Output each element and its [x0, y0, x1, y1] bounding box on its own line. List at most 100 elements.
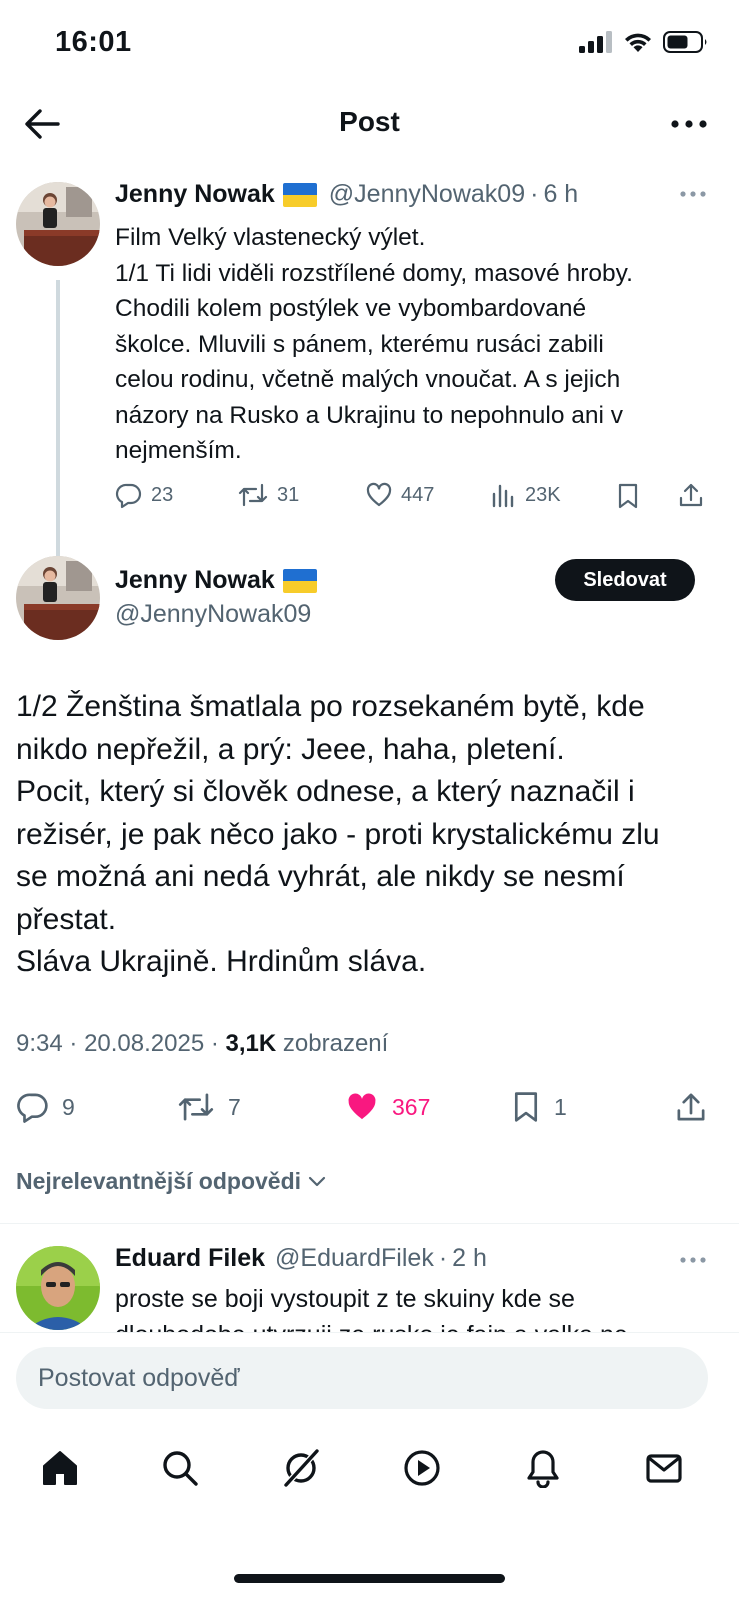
- main-tweet-text: 1/2 Ženština šmatlala po rozsekaném bytě…: [16, 686, 726, 984]
- bookmark-button[interactable]: 1: [510, 1090, 567, 1124]
- status-icons: [579, 30, 709, 54]
- thread-line: [56, 280, 60, 562]
- tweet-line: Film Velký vlastenecký výlet.: [115, 224, 426, 251]
- signal-icon: [579, 31, 612, 53]
- reply-input[interactable]: Postovat odpověď: [16, 1347, 708, 1409]
- ukraine-flag-icon: [282, 182, 317, 207]
- bookmark-icon: [514, 1092, 538, 1122]
- bell-icon: [527, 1450, 559, 1488]
- nav-search[interactable]: [152, 1440, 208, 1496]
- tweet-line: 1/2 Ženština šmatlala po rozsekaném bytě…: [16, 690, 645, 723]
- views-count: 23K: [525, 483, 561, 506]
- reply-button[interactable]: 23: [115, 481, 173, 509]
- page-title: Post: [339, 106, 400, 137]
- home-indicator: [234, 1574, 505, 1583]
- like-button[interactable]: 447: [365, 481, 434, 509]
- author-name[interactable]: Jenny Nowak: [115, 566, 275, 595]
- tweet-line: nikdo nepřežil, a prý: Jeee, haha, plete…: [16, 732, 565, 766]
- tweet-line: nejmenším.: [115, 437, 242, 464]
- tweet-line: se možná ani nedá vyhrát, ale nikdy se n…: [16, 860, 625, 893]
- parent-tweet-header: Jenny Nowak @JennyNowak09 · 6 h: [115, 180, 578, 209]
- share-icon[interactable]: [674, 1090, 708, 1124]
- tweet-time: 6 h: [543, 180, 579, 208]
- tweet-line: názory na Rusko a Ukrajinu to nepohnulo …: [115, 401, 624, 429]
- bookmark-count: 1: [554, 1093, 567, 1120]
- tweet-line: školce. Mluvili s pánem, kterému rusáci …: [115, 330, 604, 358]
- avatar[interactable]: [16, 1246, 100, 1330]
- tweet-line: Pocit, který si člověk odnese, a který n…: [16, 775, 635, 808]
- nav-grok[interactable]: [273, 1440, 329, 1496]
- repost-count: 7: [228, 1093, 241, 1120]
- repost-icon: [238, 483, 268, 507]
- separator: ·: [69, 1030, 78, 1057]
- views-button[interactable]: 23K: [491, 481, 561, 509]
- chevron-down-icon: [308, 1176, 326, 1186]
- follow-button[interactable]: Sledovat: [555, 559, 695, 601]
- like-button[interactable]: 367: [344, 1090, 430, 1124]
- avatar[interactable]: [16, 556, 100, 640]
- reply-icon: [115, 483, 142, 509]
- nav-home[interactable]: [32, 1440, 88, 1496]
- views-icon: [492, 484, 514, 508]
- tweet-line: přestat.: [16, 902, 117, 936]
- author-handle[interactable]: @JennyNowak09: [115, 600, 311, 629]
- wifi-icon: [625, 33, 651, 52]
- separator: ·: [210, 1030, 219, 1057]
- nav-video[interactable]: [394, 1440, 450, 1496]
- separator: ·: [438, 1244, 448, 1272]
- reply-icon: [17, 1093, 48, 1123]
- author-handle[interactable]: @EduardFilek: [275, 1244, 434, 1273]
- author-handle[interactable]: @JennyNowak09: [329, 180, 525, 209]
- reply-text-clipped: dlouhodobe utvrzuji ze rusko je fajn a v…: [115, 1318, 628, 1332]
- video-play-icon: [404, 1450, 440, 1486]
- repost-icon: [178, 1093, 214, 1121]
- reply-header: Eduard Filek @EduardFilek · 2 h: [115, 1244, 487, 1273]
- tweet-line: režisér, je pak něco jako - proti krysta…: [16, 817, 660, 851]
- divider: [0, 1223, 739, 1224]
- nav-messages[interactable]: [636, 1440, 692, 1496]
- reply-button[interactable]: 9: [16, 1090, 75, 1124]
- nav-notifications[interactable]: [515, 1440, 571, 1496]
- grok-icon: [283, 1449, 319, 1488]
- separator: ·: [530, 180, 539, 208]
- tweet-time: 9:34: [16, 1030, 63, 1057]
- repost-button[interactable]: 7: [176, 1090, 241, 1124]
- tweet-more-icon[interactable]: [679, 1252, 707, 1268]
- battery-icon: [663, 31, 707, 53]
- tweet-date: 20.08.2025: [84, 1030, 205, 1057]
- share-icon[interactable]: [677, 481, 705, 509]
- bookmark-icon[interactable]: [615, 482, 641, 510]
- author-name[interactable]: Jenny Nowak: [115, 180, 275, 209]
- tweet-line: Sláva Ukrajině. Hrdinům sláva.: [16, 945, 427, 978]
- more-options-icon[interactable]: [667, 108, 711, 140]
- tweet-line: 1/1 Ti lidi viděli rozstřílené domy, mas…: [115, 259, 633, 287]
- main-tweet-actions: 9 7 367 1: [16, 1088, 728, 1128]
- main-tweet-author: Jenny Nowak: [115, 566, 329, 595]
- tweet-more-icon[interactable]: [679, 186, 707, 202]
- reply-input-placeholder: Postovat odpověď: [38, 1363, 240, 1392]
- like-count: 447: [401, 483, 435, 506]
- heart-icon: [366, 482, 392, 507]
- mail-icon: [646, 1454, 682, 1483]
- tweet-time: 2 h: [452, 1244, 487, 1272]
- views-label: zobrazení: [282, 1030, 389, 1057]
- home-icon: [43, 1451, 77, 1485]
- tweet-line: Chodili kolem postýlek ve vybombardované: [115, 295, 587, 322]
- author-name[interactable]: Eduard Filek: [115, 1244, 265, 1273]
- ukraine-flag-icon: [282, 568, 317, 593]
- replies-sort-dropdown[interactable]: Nejrelevantnější odpovědi: [16, 1168, 327, 1195]
- repost-button[interactable]: 31: [237, 481, 299, 509]
- search-icon: [163, 1451, 198, 1486]
- parent-tweet-text: Film Velký vlastenecký výlet. 1/1 Ti lid…: [115, 220, 715, 469]
- avatar[interactable]: [16, 182, 100, 266]
- tweet-line: celou rodinu, včetně malých vnoučat. A s…: [115, 366, 621, 393]
- sort-label: Nejrelevantnější odpovědi: [16, 1168, 302, 1194]
- like-count: 367: [392, 1093, 431, 1120]
- tweet-meta: 9:34 · 20.08.2025 · 3,1K zobrazení: [16, 1030, 388, 1058]
- repost-count: 31: [277, 483, 300, 506]
- reply-text: proste se boji vystoupit z te skuiny kde…: [115, 1285, 575, 1313]
- reply-count: 9: [62, 1093, 75, 1120]
- heart-filled-icon: [348, 1093, 376, 1120]
- views-count: 3,1K: [225, 1030, 277, 1057]
- bottom-nav: [0, 1440, 739, 1496]
